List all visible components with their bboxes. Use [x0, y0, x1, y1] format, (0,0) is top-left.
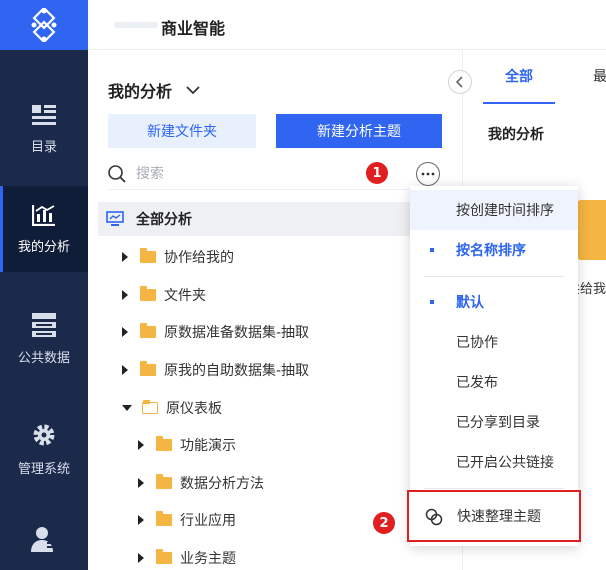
search-bar: [108, 158, 442, 190]
chart-icon: [32, 204, 55, 226]
open-folder-icon: [142, 400, 158, 414]
quick-organize-button[interactable]: 快速整理主题: [407, 490, 581, 542]
selected-marker: [430, 300, 434, 304]
folder-icon: [156, 549, 172, 564]
panel-title-text: 我的分析: [108, 82, 173, 101]
tree-item-demo[interactable]: 功能演示: [138, 430, 236, 460]
menu-filter-shared[interactable]: 已协作: [410, 322, 578, 362]
tree-item-label: 业务主题: [180, 551, 236, 567]
nav-label-my-analysis: 我的分析: [17, 239, 70, 255]
left-nav: 目录 我的分析 公共数据 管理系统: [0, 0, 88, 570]
chevron-left-icon: [456, 76, 463, 88]
menu-filter-public-link[interactable]: 已开启公共链接: [410, 442, 578, 482]
menu-divider: [424, 276, 564, 277]
panel-title[interactable]: 我的分析: [108, 78, 200, 102]
search-input[interactable]: [136, 165, 356, 182]
nav-item-public-data[interactable]: 公共数据: [0, 296, 88, 382]
tree-root-all[interactable]: 全部分析: [98, 202, 462, 236]
collapse-panel-button[interactable]: [448, 70, 472, 94]
expand-icon[interactable]: [122, 290, 128, 300]
menu-filter-published[interactable]: 已发布: [410, 362, 578, 402]
shared-folder-card-icon[interactable]: [577, 200, 606, 260]
tree-item-label: 文件夹: [164, 288, 206, 304]
nav-item-user[interactable]: [0, 506, 88, 570]
quick-organize-label: 快速整理主题: [457, 509, 541, 525]
step-badge-1: 1: [366, 162, 388, 184]
menu-sort-by-time[interactable]: 按创建时间排序: [410, 190, 578, 230]
selected-marker: [430, 248, 434, 252]
nav-item-my-analysis[interactable]: 我的分析: [0, 186, 88, 272]
user-icon: [31, 527, 57, 552]
tree-item-label: 原数据准备数据集-抽取: [164, 325, 310, 341]
monitor-icon: [106, 211, 124, 226]
brand-logo-blur: [114, 22, 158, 28]
brand-title: 商业智能: [161, 19, 226, 38]
menu-divider: [424, 488, 564, 489]
folder-icon: [156, 511, 172, 526]
nav-item-admin[interactable]: 管理系统: [0, 406, 88, 492]
tree-item-prep-dataset[interactable]: 原数据准备数据集-抽取: [122, 317, 309, 347]
tree-item-label: 行业应用: [180, 513, 236, 529]
nav-label-public-data: 公共数据: [17, 350, 70, 366]
tree-item-label: 数据分析方法: [180, 476, 264, 492]
expand-icon[interactable]: [138, 515, 144, 525]
tab-all[interactable]: 全部: [483, 66, 555, 104]
more-options-button[interactable]: [416, 162, 440, 186]
tree-item-label: 功能演示: [180, 438, 236, 454]
menu-filter-default-label: 默认: [456, 295, 484, 311]
menu-filter-catalog[interactable]: 已分享到目录: [410, 402, 578, 442]
tree-item-industry[interactable]: 行业应用: [138, 505, 236, 535]
expand-icon[interactable]: [122, 327, 128, 337]
section-title: 我的分析: [488, 127, 544, 143]
menu-sort-by-name[interactable]: 按名称排序: [410, 230, 578, 270]
tree-item-methods[interactable]: 数据分析方法: [138, 468, 264, 498]
new-theme-button[interactable]: 新建分析主题: [276, 114, 442, 148]
logo-icon: [31, 8, 57, 42]
tree-root-label: 全部分析: [136, 212, 192, 228]
expand-icon[interactable]: [138, 553, 144, 563]
analysis-panel: 我的分析 新建文件夹 新建分析主题 1 全部分析 协作给我的 文件夹: [88, 50, 462, 570]
link-rings-icon: [425, 508, 443, 526]
menu-sort-by-name-label: 按名称排序: [456, 243, 526, 259]
folder-icon: [140, 286, 156, 301]
step-badge-2: 2: [373, 512, 395, 534]
nav-label-catalog: 目录: [30, 139, 57, 155]
folder-icon: [156, 436, 172, 451]
expand-icon[interactable]: [122, 365, 128, 375]
tree-item-dashboard[interactable]: 原仪表板: [122, 393, 222, 423]
search-icon: [108, 164, 126, 183]
gear-icon: [33, 424, 55, 445]
chevron-down-icon: [186, 85, 200, 94]
tree-item-label: 原仪表板: [166, 401, 222, 417]
expand-icon[interactable]: [138, 478, 144, 488]
tree-item-self-dataset[interactable]: 原我的自助数据集-抽取: [122, 355, 309, 385]
nav-label-admin: 管理系统: [17, 461, 70, 477]
expand-icon[interactable]: [138, 440, 144, 450]
app-logo[interactable]: [0, 0, 88, 50]
tree-item-label: 协作给我的: [164, 250, 234, 266]
catalog-icon: [32, 104, 56, 125]
database-icon: [32, 312, 56, 337]
new-folder-button[interactable]: 新建文件夹: [108, 114, 256, 148]
tree-item-folder[interactable]: 文件夹: [122, 280, 206, 310]
tree-item-label: 原我的自助数据集-抽取: [164, 363, 310, 379]
tree-item-shared[interactable]: 协作给我的: [122, 242, 234, 272]
nav-item-catalog[interactable]: 目录: [0, 86, 88, 172]
shared-folder-icon: [140, 248, 156, 263]
folder-icon: [140, 323, 156, 338]
folder-icon: [140, 361, 156, 376]
menu-filter-default[interactable]: 默认: [410, 282, 578, 322]
expand-icon[interactable]: [122, 252, 128, 262]
more-dots-icon: [421, 172, 435, 176]
tree-item-business[interactable]: 业务主题: [138, 543, 236, 570]
collapse-icon[interactable]: [122, 405, 132, 411]
top-header: 商业智能: [88, 0, 606, 50]
folder-icon: [156, 474, 172, 489]
tab-recent[interactable]: 最: [593, 66, 606, 86]
